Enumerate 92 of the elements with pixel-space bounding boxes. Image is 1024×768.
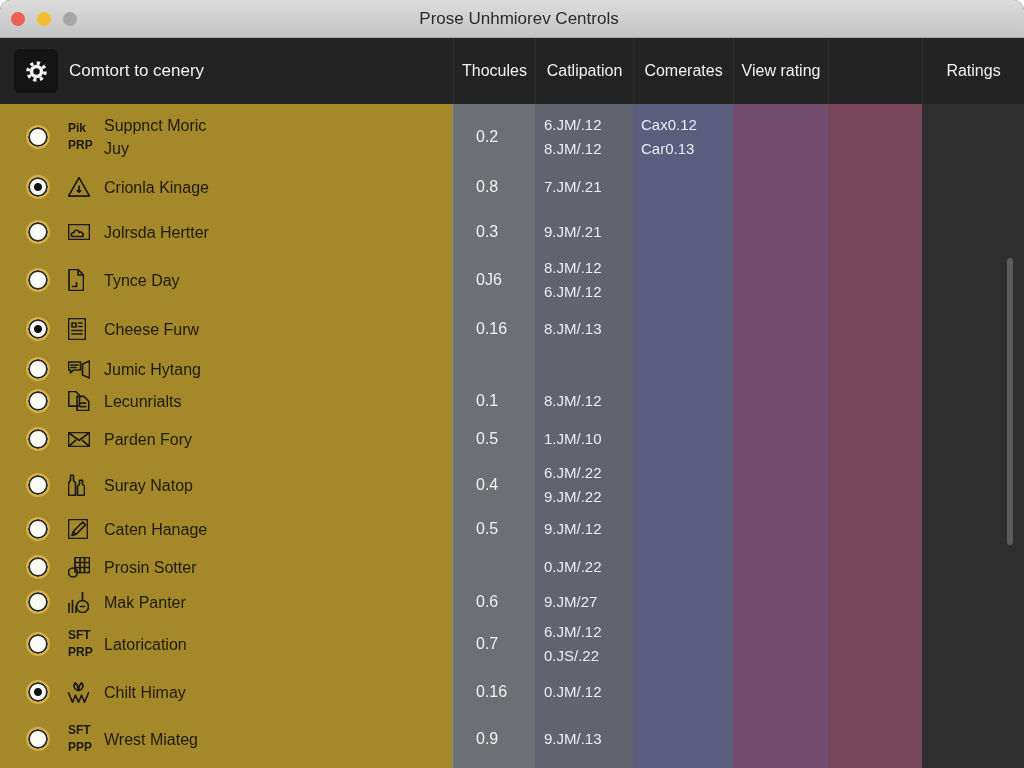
bar-chart-icon [68, 591, 89, 613]
date-label: 6.JM/.12 [544, 115, 602, 135]
date-label: 0.JM/.22 [544, 557, 602, 577]
abbreviation-label: PRP [68, 644, 93, 661]
radio-button[interactable] [26, 220, 50, 244]
grid-icon [68, 556, 90, 578]
radio-button[interactable] [26, 727, 50, 751]
value-label: 0.16 [476, 683, 508, 701]
value-label: 0.5 [476, 430, 499, 448]
column-header: Catlipation [546, 62, 623, 80]
value-label: 0.3 [476, 223, 499, 241]
date-label: 7.JM/.21 [544, 177, 602, 197]
value-label: 0J6 [476, 271, 502, 289]
date-label: 8.JM/.12 [544, 391, 602, 411]
radio-button[interactable] [26, 357, 50, 381]
chat-icon [68, 359, 90, 379]
item-name: Mak Panter [104, 592, 186, 613]
value-label: 0.4 [476, 476, 499, 494]
date-label: 9.JM/.22 [544, 487, 602, 507]
column-header: View rating [741, 62, 821, 80]
envelope-icon [68, 431, 90, 447]
item-name: Caten Hanage [104, 519, 208, 540]
date-label: 1.JM/.10 [544, 429, 602, 449]
scrollbar[interactable] [1007, 258, 1013, 545]
pencil-in-square-icon [68, 519, 88, 539]
value-label: 0.2 [476, 128, 499, 146]
radio-button[interactable] [26, 125, 50, 149]
abbreviation-label: PPP [68, 739, 92, 756]
radio-button[interactable] [26, 517, 50, 541]
radio-button[interactable] [26, 268, 50, 292]
radio-button[interactable] [26, 555, 50, 579]
item-name: Lecunrialts [104, 391, 182, 412]
radio-button[interactable] [26, 473, 50, 497]
column-header: Comtort to cenery [69, 61, 205, 81]
date-label: 9.JM/.12 [544, 519, 602, 539]
comerate-label: Car0.13 [641, 139, 695, 159]
radio-button[interactable] [26, 427, 50, 451]
item-name: Tynce Day [104, 270, 180, 291]
date-label: 8.JM/.12 [544, 139, 602, 159]
item-name: Cheese Furw [104, 319, 200, 340]
bottles-icon [68, 474, 85, 496]
value-label: 0.16 [476, 320, 508, 338]
value-label: 0.5 [476, 520, 499, 538]
warning-icon [68, 177, 90, 197]
item-name: Parden Fory [104, 429, 193, 450]
item-name: Chilt Himay [104, 682, 186, 703]
value-label: 0.7 [476, 635, 499, 653]
item-name: Suppnct Moric [104, 116, 207, 136]
plant-icon [68, 681, 89, 703]
value-label: 0.1 [476, 392, 499, 410]
value-label: 0.8 [476, 178, 499, 196]
date-label: 9.JM/27 [544, 592, 598, 612]
radio-button[interactable] [26, 680, 50, 704]
newspaper-icon [68, 318, 86, 340]
value-label: 0.9 [476, 730, 499, 748]
item-name: Crionla Kinage [104, 177, 209, 198]
item-name: Latorication [104, 634, 187, 655]
abbreviation-label: PRP [68, 137, 93, 154]
item-name: Wrest Miateg [104, 729, 198, 750]
date-label: 8.JM/.13 [544, 319, 602, 339]
date-label: 9.JM/.21 [544, 222, 602, 242]
radio-button[interactable] [26, 632, 50, 656]
abbreviation-label: SFT [68, 627, 91, 644]
date-label: 6.JM/.12 [544, 282, 602, 302]
value-label: 0.6 [476, 593, 499, 611]
abbreviation-label: Pik [68, 120, 86, 137]
date-label: 8.JM/.12 [544, 258, 602, 278]
date-label: 0.JS/.22 [544, 646, 600, 666]
date-label: 9.JM/.13 [544, 729, 602, 749]
radio-button[interactable] [26, 175, 50, 199]
item-name: Jumic Hytang [104, 359, 201, 380]
item-name: Prosin Sotter [104, 557, 197, 578]
item-name: Suray Natop [104, 475, 193, 496]
gear-icon [25, 60, 47, 82]
radio-button[interactable] [26, 590, 50, 614]
radio-button[interactable] [26, 317, 50, 341]
comerate-label: Cax0.12 [641, 115, 697, 135]
files-icon [68, 391, 90, 411]
date-label: 6.JM/.12 [544, 622, 602, 642]
settings-button[interactable] [14, 49, 58, 93]
radio-button[interactable] [26, 389, 50, 413]
date-label: 6.JM/.22 [544, 463, 602, 483]
picture-icon [68, 224, 90, 240]
document-icon [68, 269, 84, 291]
item-name: Jolrsda Hertter [104, 222, 209, 243]
abbreviation-label: SFT [68, 722, 91, 739]
window-title: Prose Unhmiorev Centrols [418, 8, 619, 29]
column-header: Comerates [644, 62, 723, 80]
column-header: Ratings [946, 62, 1001, 80]
column-header: Thocules [462, 62, 527, 80]
item-note: Juy [104, 139, 129, 159]
date-label: 0.JM/.12 [544, 682, 602, 702]
